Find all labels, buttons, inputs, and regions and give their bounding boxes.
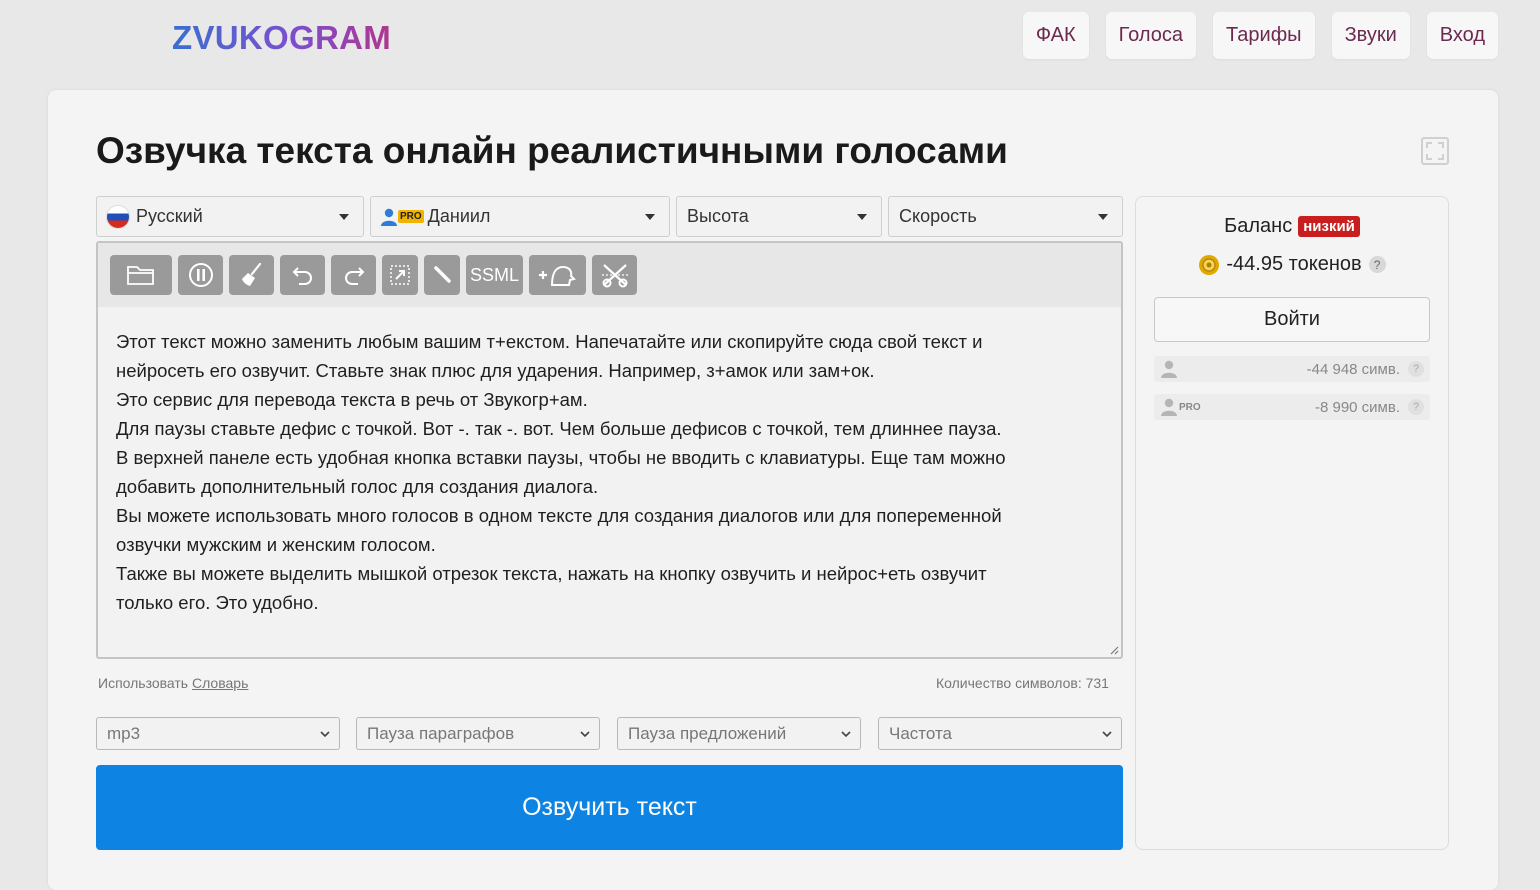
nav-faq[interactable]: ФАК: [1022, 12, 1089, 59]
voice-value: Даниил: [427, 206, 491, 226]
stress-button[interactable]: [424, 255, 460, 295]
russia-flag-icon: [107, 205, 129, 228]
add-voice-icon: [538, 265, 576, 286]
chevron-down-icon: [580, 731, 590, 738]
caret-down-icon: [339, 214, 349, 220]
main-card: Озвучка текста онлайн реалистичными голо…: [48, 90, 1498, 890]
nav-login[interactable]: Вход: [1426, 12, 1498, 59]
fullscreen-icon[interactable]: [1421, 137, 1449, 165]
balance-label: Баланс: [1224, 215, 1293, 237]
brand-name: ZVUKOGRAM: [172, 19, 392, 56]
undo-button[interactable]: [280, 255, 325, 295]
help-icon[interactable]: ?: [1408, 361, 1424, 377]
free-limit-value: -44 948 симв.: [1306, 360, 1400, 378]
redo-icon: [344, 267, 364, 285]
language-value: Русский: [136, 206, 203, 226]
dictionary-row: Использовать Словарь: [98, 675, 248, 691]
frequency-select[interactable]: Частота: [878, 717, 1122, 750]
text-line: Этот текст можно заменить любым вашим т+…: [116, 331, 983, 352]
redo-button[interactable]: [331, 255, 376, 295]
editor-text[interactable]: Этот текст можно заменить любым вашим т+…: [116, 327, 1101, 617]
user-icon: [1161, 360, 1177, 378]
pause-icon: [188, 263, 213, 287]
sentence-pause-value: Пауза предложений: [628, 723, 787, 743]
sentence-pause-select[interactable]: Пауза предложений: [617, 717, 861, 750]
balance-status-badge: низкий: [1298, 216, 1360, 237]
free-limit-row: -44 948 симв. ?: [1154, 356, 1430, 382]
select-fragment-button[interactable]: [382, 255, 418, 295]
chevron-down-icon: [320, 731, 330, 738]
speed-value: Скорость: [899, 206, 977, 226]
language-select[interactable]: Русский: [96, 196, 364, 237]
pro-limit-row: PRO -8 990 симв. ?: [1154, 394, 1430, 420]
paragraph-pause-value: Пауза параграфов: [367, 723, 515, 743]
use-label: Использовать: [98, 675, 189, 691]
cut-icon: [601, 264, 628, 288]
text-line: Для паузы ставьте дефис с точкой. Вот -.…: [116, 418, 1002, 439]
soundwave-logo-icon: [52, 11, 168, 65]
help-icon[interactable]: ?: [1408, 399, 1424, 415]
nav-sounds[interactable]: Звуки: [1331, 12, 1410, 59]
balance-row: Баланс низкий: [1136, 215, 1448, 238]
pause-button[interactable]: [178, 255, 223, 295]
pro-limit-value: -8 990 симв.: [1314, 398, 1400, 416]
paragraph-pause-select[interactable]: Пауза параграфов: [356, 717, 600, 750]
pitch-select[interactable]: Высота: [676, 196, 882, 237]
pro-badge: PRO: [1179, 401, 1201, 413]
chevron-down-icon: [1102, 731, 1112, 738]
tokens-value: -44.95 токенов: [1226, 253, 1362, 275]
format-value: mp3: [107, 723, 141, 743]
nav-voices[interactable]: Голоса: [1105, 12, 1196, 59]
speed-select[interactable]: Скорость: [888, 196, 1123, 237]
coin-icon: [1199, 254, 1220, 275]
caret-down-icon: [857, 214, 867, 220]
speak-button[interactable]: Озвучить текст: [96, 765, 1123, 850]
cursor-icon: [390, 265, 410, 285]
page-title: Озвучка текста онлайн реалистичными голо…: [96, 130, 1008, 171]
dictionary-link[interactable]: Словарь: [192, 675, 248, 691]
text-line: Также вы можете выделить мышкой отрезок …: [116, 563, 987, 584]
add-voice-button[interactable]: [529, 255, 586, 295]
char-count: Количество символов: 731: [936, 675, 1109, 691]
caret-down-icon: [1098, 214, 1108, 220]
cut-button[interactable]: [592, 255, 637, 295]
clear-button[interactable]: [229, 255, 274, 295]
text-line: добавить дополнительный голос для создан…: [116, 476, 599, 497]
stress-icon: [434, 266, 451, 283]
tokens-row: -44.95 токенов ?: [1136, 253, 1448, 276]
pitch-value: Высота: [687, 206, 749, 226]
user-icon: [381, 208, 397, 226]
resize-grip-icon[interactable]: [1109, 645, 1119, 655]
undo-icon: [292, 267, 312, 285]
format-select[interactable]: mp3: [96, 717, 340, 750]
text-line: Вы можете использовать много голосов в о…: [116, 505, 1002, 526]
text-line: нейросеть его озвучит. Ставьте знак плюс…: [116, 360, 875, 381]
ssml-button[interactable]: SSML: [466, 255, 523, 295]
pro-badge: PRO: [398, 210, 424, 223]
frequency-value: Частота: [889, 723, 953, 743]
top-nav: ФАК Голоса Тарифы Звуки Вход: [1022, 12, 1498, 59]
text-editor[interactable]: SSML Этот текст можно заменить любым ваш…: [96, 241, 1123, 659]
chevron-down-icon: [841, 731, 851, 738]
open-file-button[interactable]: [110, 255, 172, 295]
text-line: озвучки мужским и женским голосом.: [116, 534, 436, 555]
text-line: только его. Это удобно.: [116, 592, 319, 613]
balance-panel: Баланс низкий -44.95 токенов ? Войти -44…: [1135, 196, 1449, 850]
user-icon: [1161, 398, 1177, 416]
login-button[interactable]: Войти: [1154, 297, 1430, 342]
broom-icon: [241, 262, 261, 286]
text-line: Это сервис для перевода текста в речь от…: [116, 389, 588, 410]
logo[interactable]: ZVUKOGRAM: [52, 10, 391, 66]
voice-select[interactable]: PRO Даниил: [370, 196, 670, 237]
help-icon[interactable]: ?: [1368, 256, 1386, 273]
folder-icon: [127, 266, 154, 285]
caret-down-icon: [645, 214, 655, 220]
editor-toolbar: SSML: [98, 243, 1121, 307]
nav-tariffs[interactable]: Тарифы: [1212, 12, 1315, 59]
text-line: В верхней панеле есть удобная кнопка вст…: [116, 447, 1006, 468]
